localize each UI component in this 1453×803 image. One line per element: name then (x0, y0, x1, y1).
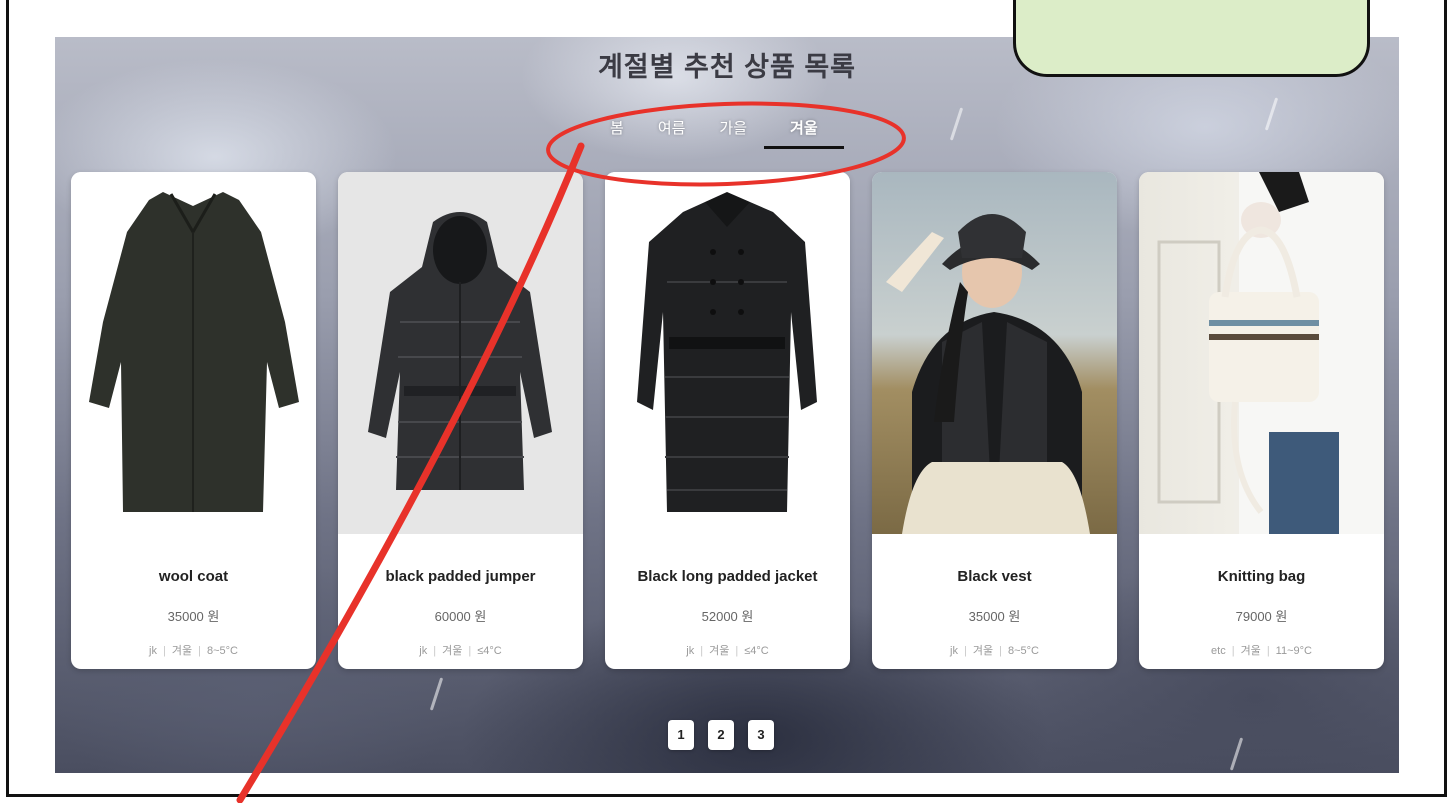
wool-coat-image (71, 172, 316, 534)
long-padded-jacket-image (605, 172, 850, 534)
product-temp: 8~5°C (206, 645, 238, 657)
padded-jumper-image (338, 172, 583, 534)
product-card[interactable]: wool coat 35000 원 jk | 겨울 | 8~5°C (71, 172, 316, 669)
product-name: Knitting bag (1217, 568, 1306, 585)
product-season: 겨울 (972, 645, 994, 657)
product-price: 35000 원 (167, 609, 220, 624)
tab-summer[interactable]: 여름 (641, 119, 703, 149)
snow-streak (429, 677, 444, 711)
callout-bubble (1013, 0, 1370, 77)
product-temp: 8~5°C (1007, 645, 1039, 657)
product-name: black padded jumper (385, 568, 536, 585)
product-meta: etc | 겨울 | 11~9°C (1211, 645, 1312, 657)
product-list: wool coat 35000 원 jk | 겨울 | 8~5°C black … (71, 172, 1384, 669)
vest-photo-image (872, 172, 1117, 534)
product-season: 겨울 (442, 645, 463, 657)
product-meta: jk | 겨울 | ≤4°C (686, 645, 769, 657)
product-season: 겨울 (171, 645, 193, 657)
season-tabs: 봄 여름 가을 겨울 (593, 119, 844, 151)
page-button-2[interactable]: 2 (708, 720, 734, 750)
product-category: etc (1211, 645, 1226, 657)
product-price: 35000 원 (968, 609, 1021, 624)
product-category: jk (149, 645, 157, 657)
snow-streak (949, 107, 964, 141)
tab-winter[interactable]: 겨울 (764, 119, 844, 149)
product-price: 60000 원 (434, 609, 487, 624)
product-temp: 11~9°C (1275, 645, 1312, 657)
product-card[interactable]: Black long padded jacket 52000 원 jk | 겨울 | ≤… (605, 172, 850, 669)
product-card[interactable]: Black vest 35000 원 jk | 겨울 | 8~5°C (872, 172, 1117, 669)
tab-autumn[interactable]: 가을 (702, 119, 764, 149)
product-name: Black vest (957, 568, 1032, 585)
product-temp: ≤4°C (744, 645, 769, 657)
product-price: 79000 원 (1235, 609, 1288, 624)
product-name: wool coat (158, 568, 229, 585)
product-meta: jk | 겨울 | 8~5°C (149, 645, 238, 657)
tab-spring[interactable]: 봄 (593, 119, 641, 149)
page-button-3[interactable]: 3 (748, 720, 774, 750)
product-category: jk (950, 645, 958, 657)
product-meta: jk | 겨울 | ≤4°C (419, 645, 502, 657)
product-season: 겨울 (709, 645, 730, 657)
product-season: 겨울 (1240, 645, 1261, 657)
product-meta: jk | 겨울 | 8~5°C (950, 645, 1039, 657)
product-card[interactable]: black padded jumper 60000 원 jk | 겨울 | ≤4°C (338, 172, 583, 669)
product-name: Black long padded jacket (637, 568, 818, 585)
page-button-1[interactable]: 1 (668, 720, 694, 750)
pagination: 1 2 3 (668, 720, 774, 750)
product-temp: ≤4°C (477, 645, 502, 657)
snow-streak (1229, 737, 1244, 771)
snow-streak (1264, 97, 1279, 131)
knitting-bag-photo-image (1139, 172, 1384, 534)
seasonal-products-page: 계절별 추천 상품 목록 봄 여름 가을 겨울 wool coat 35000 … (55, 37, 1399, 773)
product-card[interactable]: Knitting bag 79000 원 etc | 겨울 | 11~9°C (1139, 172, 1384, 669)
product-price: 52000 원 (701, 609, 754, 624)
